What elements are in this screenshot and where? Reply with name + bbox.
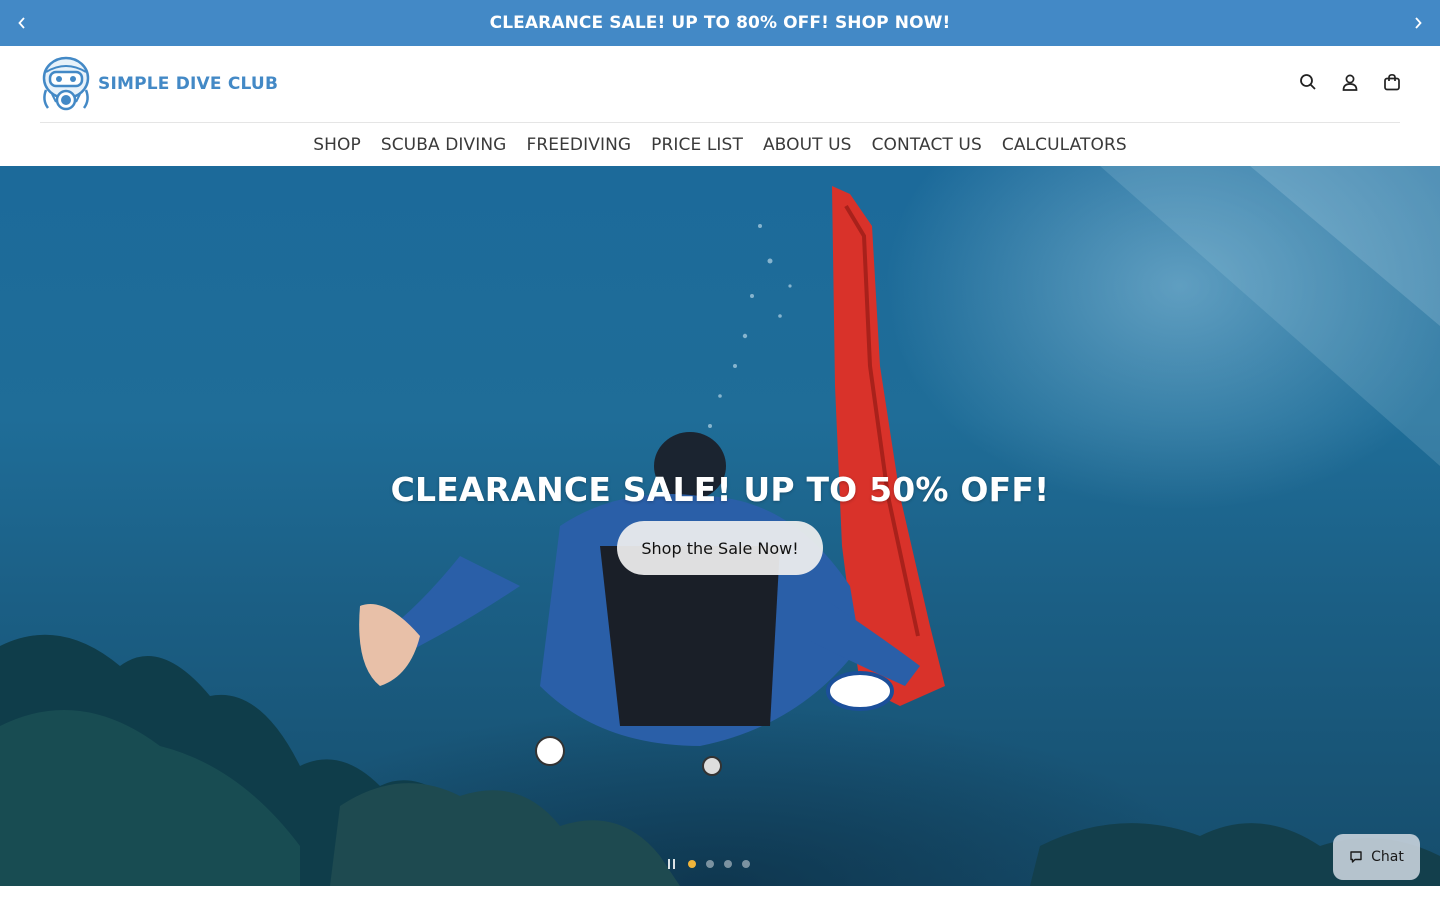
slide-dot-2[interactable] <box>706 860 714 868</box>
search-button[interactable] <box>1294 68 1322 96</box>
nav-item-price-list[interactable]: PRICE LIST <box>651 130 743 160</box>
main-nav: SHOP SCUBA DIVING FREEDIVING PRICE LIST … <box>0 130 1440 160</box>
cart-icon <box>1384 73 1400 91</box>
account-button[interactable] <box>1336 68 1364 96</box>
hero-slideshow: CLEARANCE SALE! UP TO 50% OFF! Shop the … <box>0 166 1440 886</box>
header-icons <box>1294 68 1406 96</box>
slider-controls <box>664 856 750 872</box>
nav-item-scuba-diving[interactable]: SCUBA DIVING <box>381 130 507 160</box>
chat-button[interactable]: Chat <box>1333 834 1420 880</box>
hero-content: CLEARANCE SALE! UP TO 50% OFF! Shop the … <box>0 470 1440 575</box>
chat-bubble-icon <box>1350 851 1362 863</box>
site-header: SIMPLE DIVE CLUB SHOP SCUBA DIVING FREED… <box>0 46 1440 166</box>
nav-item-about-us[interactable]: ABOUT US <box>763 130 852 160</box>
logo-text: SIMPLE DIVE CLUB <box>98 74 279 94</box>
chevron-left-icon <box>18 17 25 29</box>
announcement-prev-button[interactable] <box>0 0 44 46</box>
account-icon <box>1342 74 1358 91</box>
slide-dot-1[interactable] <box>688 860 696 868</box>
shop-sale-button[interactable]: Shop the Sale Now! <box>617 521 823 575</box>
announcement-text[interactable]: CLEARANCE SALE! UP TO 80% OFF! SHOP NOW! <box>490 13 951 33</box>
slide-dot-4[interactable] <box>742 860 750 868</box>
pause-icon <box>667 859 670 869</box>
nav-item-calculators[interactable]: CALCULATORS <box>1002 130 1127 160</box>
nav-item-freediving[interactable]: FREEDIVING <box>526 130 631 160</box>
slide-dot-3[interactable] <box>724 860 732 868</box>
site-logo[interactable]: SIMPLE DIVE CLUB <box>40 56 278 112</box>
cart-button[interactable] <box>1378 68 1406 96</box>
header-divider <box>40 122 1400 123</box>
nav-item-shop[interactable]: SHOP <box>313 130 361 160</box>
chat-label: Chat <box>1371 849 1404 865</box>
announcement-bar: CLEARANCE SALE! UP TO 80% OFF! SHOP NOW! <box>0 0 1440 46</box>
pause-button[interactable] <box>664 857 678 871</box>
nav-item-contact-us[interactable]: CONTACT US <box>872 130 982 160</box>
announcement-next-button[interactable] <box>1396 0 1440 46</box>
chevron-right-icon <box>1415 17 1422 29</box>
search-icon <box>1300 74 1316 90</box>
diver-mascot-logo-icon <box>42 56 90 111</box>
hero-title: CLEARANCE SALE! UP TO 50% OFF! <box>390 470 1050 509</box>
